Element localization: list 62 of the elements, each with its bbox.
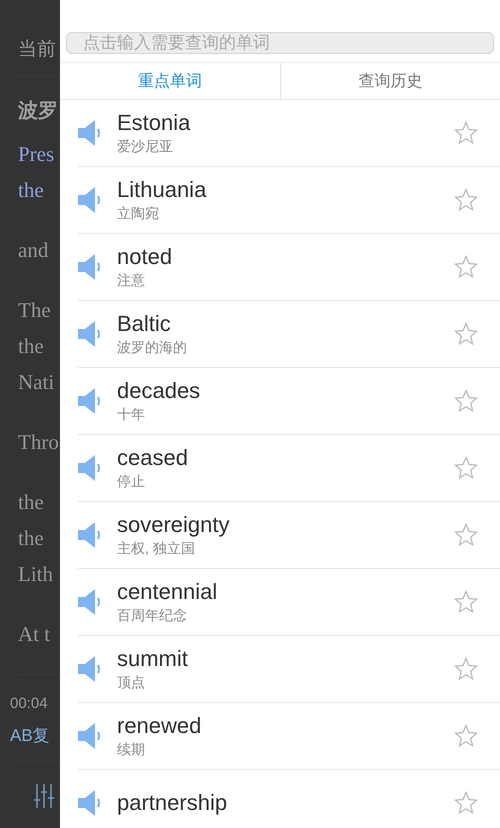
speaker-icon[interactable] [78, 321, 100, 347]
meaning-text: 百周年纪念 [117, 606, 187, 625]
article-text: Lith [18, 561, 53, 588]
star-icon[interactable] [454, 657, 478, 681]
word-text: Lithuania [117, 177, 206, 203]
word-text: ceased [117, 445, 188, 471]
article-text: the [18, 525, 44, 552]
word-text: decades [117, 378, 200, 404]
meaning-text: 停止 [117, 472, 145, 491]
speaker-icon[interactable] [78, 455, 100, 481]
star-icon[interactable] [454, 255, 478, 279]
meaning-text: 十年 [117, 405, 145, 424]
sliders-icon[interactable] [34, 782, 54, 810]
article-text: the [18, 333, 44, 360]
star-icon[interactable] [454, 188, 478, 212]
star-icon[interactable] [454, 456, 478, 480]
word-text: Estonia [117, 110, 190, 136]
article-title: 波罗 [18, 99, 58, 124]
speaker-icon[interactable] [78, 254, 100, 280]
speaker-icon[interactable] [78, 388, 100, 414]
star-icon[interactable] [454, 322, 478, 346]
article-text: Thro [18, 429, 59, 456]
word-text: sovereignty [117, 512, 230, 538]
word-text: Baltic [117, 311, 171, 337]
speaker-icon[interactable] [78, 656, 100, 682]
star-icon[interactable] [454, 121, 478, 145]
word-text: noted [117, 244, 172, 270]
star-icon[interactable] [454, 590, 478, 614]
word-text: renewed [117, 713, 202, 739]
star-icon[interactable] [454, 724, 478, 748]
link-text[interactable]: Pres [18, 136, 54, 172]
speaker-icon[interactable] [78, 790, 100, 816]
speaker-icon[interactable] [78, 723, 100, 749]
article-text: The [18, 297, 51, 324]
speaker-icon[interactable] [78, 589, 100, 615]
meaning-text: 爱沙尼亚 [117, 137, 173, 156]
speaker-icon[interactable] [78, 120, 100, 146]
article-text: Nati [18, 369, 54, 396]
meaning-text: 续期 [117, 740, 145, 759]
search-field[interactable]: 点击输入需要查询的单词 [66, 32, 494, 54]
article-text: and [18, 237, 48, 264]
meaning-text: 顶点 [117, 673, 145, 692]
article-text: the [18, 489, 44, 516]
meaning-text: 主权, 独立国 [117, 539, 195, 558]
ab-repeat-button[interactable]: AB复 [10, 724, 50, 747]
star-icon[interactable] [454, 389, 478, 413]
star-icon[interactable] [454, 523, 478, 547]
meaning-text: 注意 [117, 271, 145, 290]
tab[interactable]: 重点单词 [60, 63, 280, 99]
tab[interactable]: 查询历史 [280, 63, 500, 99]
meaning-text: 波罗的海的 [117, 338, 187, 357]
word-text: partnership [117, 790, 228, 816]
word-text: centennial [117, 579, 218, 605]
header-label: 当前 [18, 38, 56, 62]
speaker-icon[interactable] [78, 187, 100, 213]
time-label: 00:04 [10, 695, 48, 712]
speaker-icon[interactable] [78, 522, 100, 548]
link-text[interactable]: the [18, 172, 44, 208]
word-text: summit [117, 646, 188, 672]
star-icon[interactable] [454, 791, 478, 815]
article-text: At t [18, 621, 50, 648]
meaning-text: 立陶宛 [117, 204, 159, 223]
